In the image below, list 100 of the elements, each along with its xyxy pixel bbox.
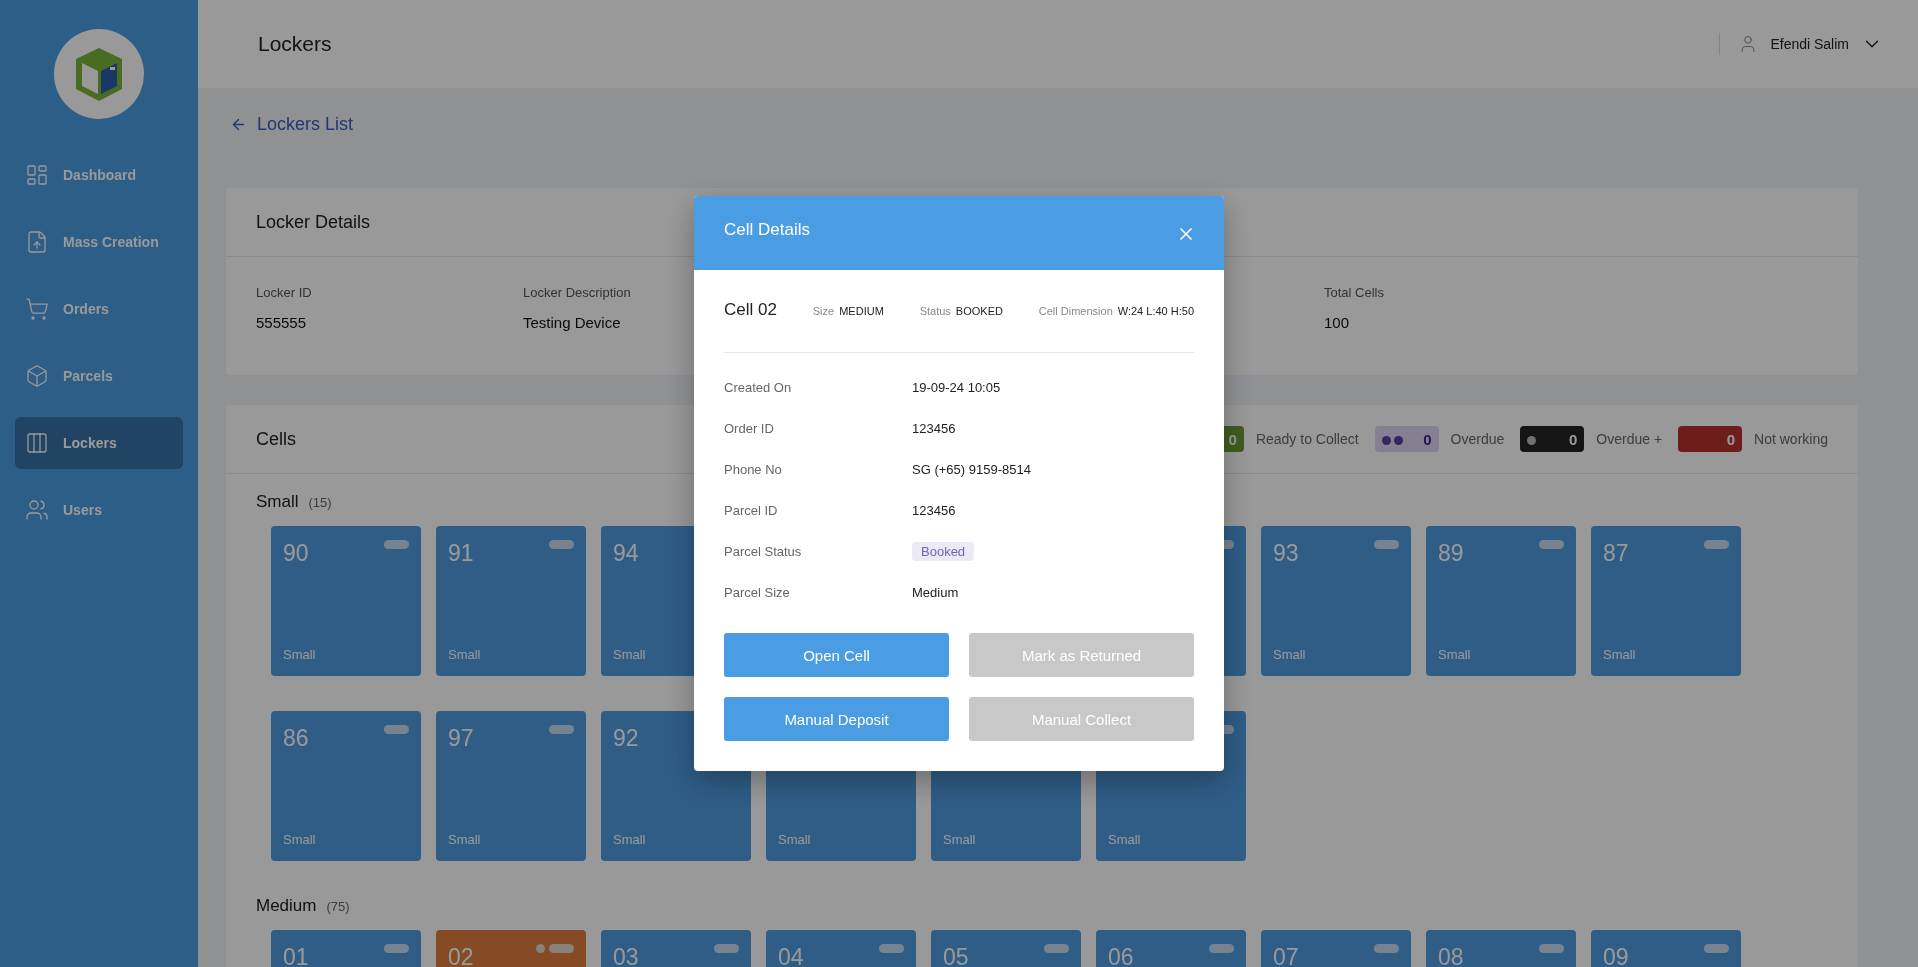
status-indicator-icon <box>1704 944 1729 953</box>
sidebar-item[interactable]: Dashboard <box>15 149 183 201</box>
cell-size: Small <box>448 832 482 847</box>
locker-cell-tile[interactable]: 01 <box>271 930 421 967</box>
locker-cell-tile[interactable]: 87 Small <box>1591 526 1741 676</box>
field-label: Total Cells <box>1324 285 1385 300</box>
cell-number: 93 <box>1273 540 1299 566</box>
detail-value: 123456 <box>912 420 957 438</box>
status-indicator-icon <box>1539 944 1564 953</box>
status-badge: Booked <box>912 542 975 561</box>
file-upload-icon <box>25 230 49 254</box>
cell-number: 03 <box>613 944 639 967</box>
cell-size: Small <box>613 647 647 662</box>
cell-number: 91 <box>448 540 474 566</box>
detail-label: Phone No <box>724 461 783 479</box>
sidebar-item[interactable]: Mass Creation <box>15 216 183 268</box>
locker-cell-tile[interactable]: 86 Small <box>271 711 421 861</box>
group-title: Small <box>256 492 299 512</box>
cell-number: 86 <box>283 725 309 751</box>
status-indicator-icon <box>1209 944 1234 953</box>
card-title: Cells <box>256 428 296 450</box>
status-indicator-icon <box>879 944 904 953</box>
cell-number: 92 <box>613 725 639 751</box>
cell-size: Small <box>283 647 317 662</box>
group-count: (15) <box>308 495 332 510</box>
cell-size: Small <box>1273 647 1307 662</box>
locker-cell-tile[interactable]: 91 Small <box>436 526 586 676</box>
back-link[interactable]: Lockers List <box>198 88 1918 160</box>
meta-label: Status <box>919 305 951 317</box>
locker-cell-tile[interactable]: 04 <box>766 930 916 967</box>
locker-cell-tile[interactable]: 90 Small <box>271 526 421 676</box>
cell-number: 89 <box>1438 540 1464 566</box>
cell-name: Cell 02 <box>724 300 777 320</box>
box-icon <box>25 364 49 388</box>
status-indicator-icon <box>384 725 409 734</box>
sidebar-item[interactable]: Users <box>15 484 183 536</box>
meta-label: Cell Dimension <box>1038 305 1113 317</box>
cell-number: 08 <box>1438 944 1464 967</box>
locker-cell-tile[interactable]: 06 <box>1096 930 1246 967</box>
locker-cell-tile[interactable]: 05 <box>931 930 1081 967</box>
status-indicator-icon <box>1044 944 1069 953</box>
detail-value: 123456 <box>912 502 957 520</box>
action-button[interactable]: Open Cell <box>724 633 949 677</box>
sidebar-item[interactable]: Parcels <box>15 350 183 402</box>
detail-label: Order ID <box>724 420 775 438</box>
locker-cell-tile[interactable]: 09 <box>1591 930 1741 967</box>
cell-number: 94 <box>613 540 639 566</box>
cell-number: 87 <box>1603 540 1629 566</box>
locker-cell-tile[interactable]: 07 <box>1261 930 1411 967</box>
dashboard-icon <box>25 163 49 187</box>
locker-cell-tile[interactable]: 08 <box>1426 930 1576 967</box>
field-value: 555555 <box>256 314 308 331</box>
field-value: 100 <box>1324 314 1351 331</box>
legend-label: Overdue + <box>1596 431 1663 447</box>
cell-size: Small <box>613 832 647 847</box>
action-button[interactable]: Manual Deposit <box>724 697 949 741</box>
detail-label: Created On <box>724 379 793 397</box>
cell-number: 04 <box>778 944 804 967</box>
legend-label: Not working <box>1754 431 1828 447</box>
meta-value: MEDIUM <box>839 305 884 317</box>
status-indicator-icon <box>1539 540 1564 549</box>
cell-size: Small <box>448 647 482 662</box>
sidebar-item[interactable]: Lockers <box>15 417 183 469</box>
locker-cell-tile[interactable]: 89 Small <box>1426 526 1576 676</box>
field-label: Locker ID <box>256 285 313 300</box>
cell-size: Small <box>1438 647 1472 662</box>
page-title: Lockers <box>258 32 332 56</box>
field-label: Locker Description <box>523 285 632 300</box>
cell-number: 02 <box>448 944 474 967</box>
detail-label: Parcel ID <box>724 502 779 520</box>
users-icon <box>25 498 49 522</box>
cell-number: 05 <box>943 944 969 967</box>
user-menu[interactable]: Efendi Salim <box>1719 33 1883 55</box>
cell-number: 07 <box>1273 944 1299 967</box>
locker-cell-tile[interactable]: 03 <box>601 930 751 967</box>
locker-cell-tile[interactable]: 02 <box>436 930 586 967</box>
legend-label: Overdue <box>1450 431 1505 447</box>
cell-size: Small <box>1603 647 1637 662</box>
status-indicator-icon <box>549 540 574 549</box>
cell-number: 97 <box>448 725 474 751</box>
meta-value: BOOKED <box>955 305 1003 317</box>
cell-number: 09 <box>1603 944 1629 967</box>
sidebar-item[interactable]: Orders <box>15 283 183 335</box>
cell-size: Small <box>1108 832 1142 847</box>
meta-label: Size <box>812 305 835 317</box>
field-value: Testing Device <box>523 314 622 331</box>
cart-icon <box>25 297 49 321</box>
cell-size: Small <box>943 832 977 847</box>
status-indicator-icon <box>1374 540 1399 549</box>
status-indicator-icon <box>384 944 409 953</box>
status-indicator-icon <box>714 944 739 953</box>
legend-badge: 0 <box>1374 426 1439 452</box>
card-title: Locker Details <box>256 211 371 233</box>
meta-value: W:24 L:40 H:50 <box>1117 305 1194 317</box>
status-indicator-icon <box>536 944 574 953</box>
status-indicator-icon <box>1374 944 1399 953</box>
locker-cell-tile[interactable]: 93 Small <box>1261 526 1411 676</box>
group-count: (75) <box>326 899 350 914</box>
status-indicator-icon <box>384 540 409 549</box>
locker-cell-tile[interactable]: 97 Small <box>436 711 586 861</box>
